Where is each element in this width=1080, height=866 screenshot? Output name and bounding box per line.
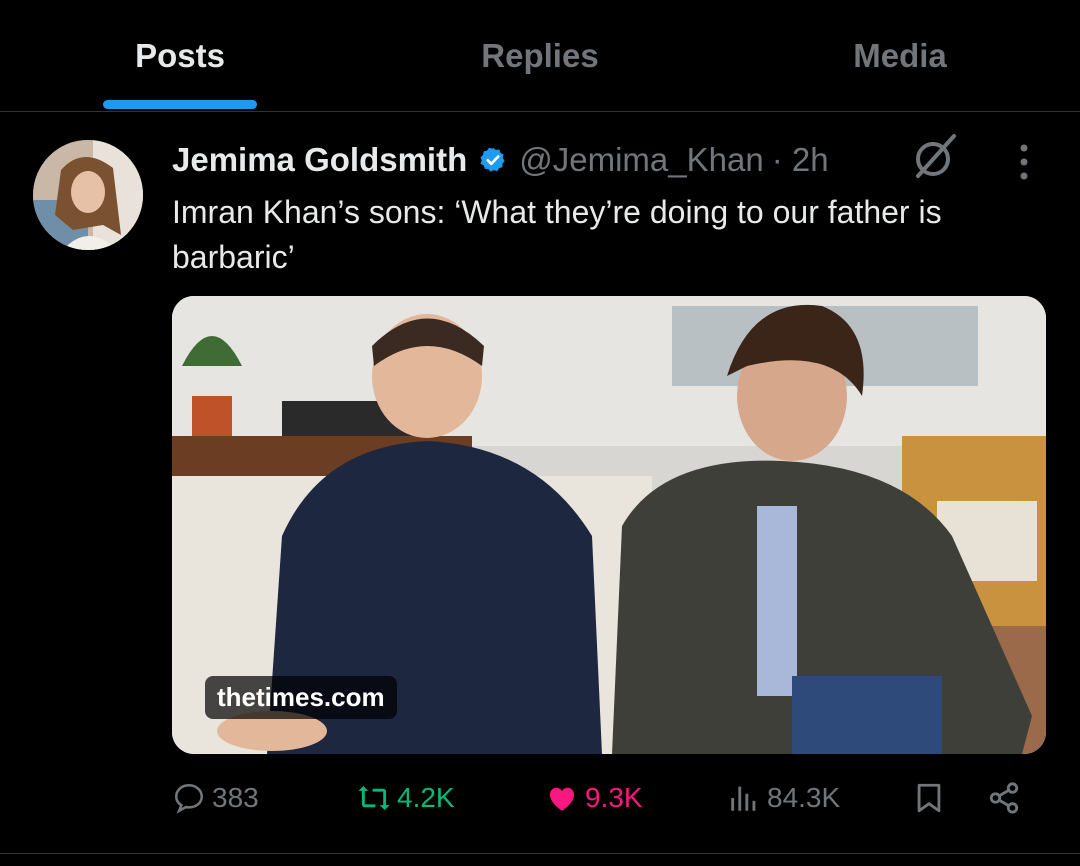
repost-count: 4.2K bbox=[397, 782, 455, 813]
grok-slash-icon[interactable] bbox=[908, 132, 960, 184]
bookmark-icon bbox=[917, 783, 941, 813]
repost-icon bbox=[358, 785, 390, 811]
more-icon[interactable] bbox=[1010, 142, 1038, 182]
author-handle[interactable]: @Jemima_Khan bbox=[519, 141, 763, 179]
active-tab-indicator bbox=[103, 100, 257, 109]
reply-button[interactable]: 383 bbox=[172, 781, 259, 815]
tab-media-label: Media bbox=[853, 36, 947, 74]
like-count: 9.3K bbox=[585, 782, 643, 813]
tab-media[interactable]: Media bbox=[720, 0, 1080, 111]
share-icon bbox=[989, 782, 1019, 814]
share-button[interactable] bbox=[987, 781, 1027, 815]
repost-button[interactable]: 4.2K bbox=[357, 781, 455, 815]
tweet-time[interactable]: · 2h bbox=[772, 141, 829, 179]
views-count: 84.3K bbox=[767, 782, 841, 813]
verified-badge-icon bbox=[480, 147, 505, 172]
tab-posts-label: Posts bbox=[135, 36, 225, 74]
avatar-image bbox=[33, 140, 143, 250]
reply-count: 383 bbox=[212, 782, 259, 813]
author-name[interactable]: Jemima Goldsmith bbox=[172, 141, 467, 179]
views-button[interactable]: 84.3K bbox=[727, 781, 840, 815]
tweet-text: Imran Khan’s sons: ‘What they’re doing t… bbox=[172, 194, 942, 275]
profile-tabs: Posts Replies Media bbox=[0, 0, 1080, 112]
reply-icon bbox=[174, 783, 204, 814]
link-domain-label: thetimes.com bbox=[205, 676, 397, 719]
tweet-header: Jemima Goldsmith @Jemima_Khan · 2h bbox=[172, 138, 829, 182]
bookmark-button[interactable] bbox=[912, 781, 952, 815]
tab-replies-label: Replies bbox=[481, 36, 599, 74]
tab-posts[interactable]: Posts bbox=[0, 0, 360, 111]
tweet-actions: 383 4.2K 9.3K 84.3K bbox=[172, 775, 1046, 835]
avatar[interactable] bbox=[33, 140, 143, 250]
tab-replies[interactable]: Replies bbox=[360, 0, 720, 111]
views-icon bbox=[731, 786, 756, 811]
like-icon bbox=[549, 787, 575, 811]
bottom-divider bbox=[0, 853, 1080, 854]
like-button[interactable]: 9.3K bbox=[545, 781, 643, 815]
